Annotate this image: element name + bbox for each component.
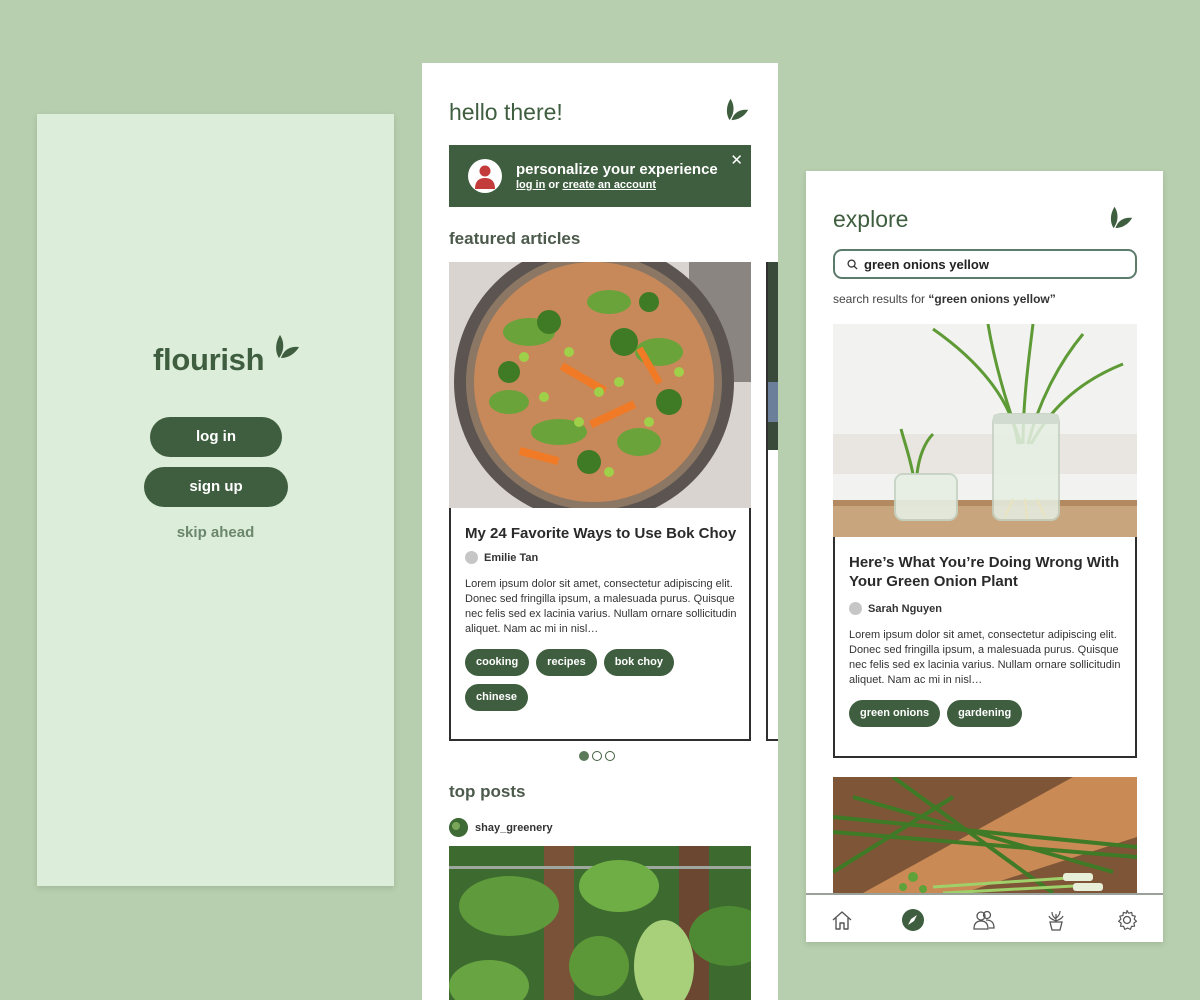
card-body: My 24 Favorite Ways to Use Bok Choy Emil… (465, 524, 737, 711)
signup-button[interactable]: sign up (144, 467, 288, 507)
skip-ahead-link[interactable]: skip ahead (37, 524, 394, 541)
flourish-logo: flourish (153, 332, 313, 382)
tag-chip[interactable]: bok choy (603, 649, 674, 676)
plant-pot-icon (1048, 910, 1064, 931)
article-title[interactable]: My 24 Favorite Ways to Use Bok Choy (465, 524, 737, 543)
bok-choy-pasta-image (449, 262, 751, 508)
article-author: Sarah Nguyen (849, 602, 1123, 615)
banner-login-link[interactable]: log in (516, 179, 545, 191)
article-author: Emilie Tan (465, 551, 737, 564)
logo-text: flourish (153, 342, 265, 377)
page-title: hello there! (449, 99, 563, 125)
article-excerpt: Lorem ipsum dolor sit amet, consectetur … (849, 629, 1121, 686)
close-icon[interactable]: ✕ (730, 151, 743, 169)
carousel-dots (579, 751, 615, 761)
post-author[interactable]: shay_greenery (449, 818, 553, 837)
search-results-label: search results for “green onions yellow” (833, 292, 1056, 306)
search-input[interactable] (864, 256, 1114, 272)
green-onion-board-image[interactable] (833, 777, 1137, 893)
tag-chip[interactable]: chinese (465, 684, 528, 711)
poster-username: shay_greenery (475, 821, 553, 834)
carousel-dot[interactable] (579, 751, 589, 761)
tag-chip[interactable]: recipes (536, 649, 597, 676)
article-excerpt: Lorem ipsum dolor sit amet, consectetur … (465, 578, 737, 635)
author-avatar (849, 602, 862, 615)
home-icon (832, 910, 852, 930)
bottom-navigation (806, 893, 1163, 942)
user-avatar-icon (468, 159, 502, 193)
gear-icon (1118, 909, 1138, 930)
tag-chip[interactable]: gardening (947, 700, 1023, 727)
home-screen: hello there! personalize your experience… (422, 63, 778, 1000)
author-name: Emilie Tan (484, 551, 539, 564)
nav-explore[interactable] (900, 907, 926, 933)
welcome-screen: flourish log in sign up skip ahead (37, 114, 394, 886)
nav-home[interactable] (829, 907, 855, 933)
nav-settings[interactable] (1114, 907, 1140, 933)
compass-icon (902, 908, 925, 931)
login-button[interactable]: log in (150, 417, 282, 457)
author-avatar (465, 551, 478, 564)
top-posts-heading: top posts (449, 782, 526, 801)
poster-avatar (449, 818, 468, 837)
explore-screen: explore search results for “green onions… (806, 171, 1163, 942)
green-onion-jar-image (833, 324, 1137, 537)
article-title[interactable]: Here’s What You’re Doing Wrong With Your… (849, 553, 1123, 591)
featured-article-card[interactable]: My 24 Favorite Ways to Use Bok Choy Emil… (449, 262, 751, 741)
results-prefix: search results for (833, 292, 929, 306)
article-tags: green onions gardening (849, 700, 1123, 727)
results-query: “green onions yellow” (928, 292, 1056, 306)
community-icon (973, 910, 996, 930)
search-result-card[interactable]: Here’s What You’re Doing Wrong With Your… (833, 324, 1137, 758)
banner-subtitle: log in or create an account (516, 179, 656, 191)
page-title: explore (833, 206, 909, 232)
tag-chip[interactable]: green onions (849, 700, 941, 727)
next-article-card-peek[interactable] (766, 262, 778, 741)
carousel-dot[interactable] (592, 751, 602, 761)
personalize-banner: personalize your experience log in or cr… (449, 145, 751, 207)
banner-create-account-link[interactable]: create an account (562, 179, 656, 191)
tag-chip[interactable]: cooking (465, 649, 530, 676)
leaf-logo-icon (726, 98, 749, 121)
search-bar[interactable] (833, 249, 1137, 279)
leaf-logo-icon (1110, 206, 1133, 229)
nav-garden[interactable] (1043, 907, 1069, 933)
search-icon (847, 258, 858, 270)
featured-articles-heading: featured articles (449, 229, 581, 248)
banner-or-text: or (545, 179, 563, 191)
author-name: Sarah Nguyen (868, 602, 942, 615)
carousel-dot[interactable] (605, 751, 615, 761)
garden-post-image[interactable] (449, 846, 751, 1000)
next-article-image (768, 262, 778, 450)
card-body: Here’s What You’re Doing Wrong With Your… (849, 553, 1123, 727)
leaf-logo-icon (276, 335, 299, 358)
nav-community[interactable] (971, 907, 997, 933)
article-tags: cooking recipes bok choy chinese (465, 649, 737, 711)
banner-title: personalize your experience (516, 161, 718, 178)
